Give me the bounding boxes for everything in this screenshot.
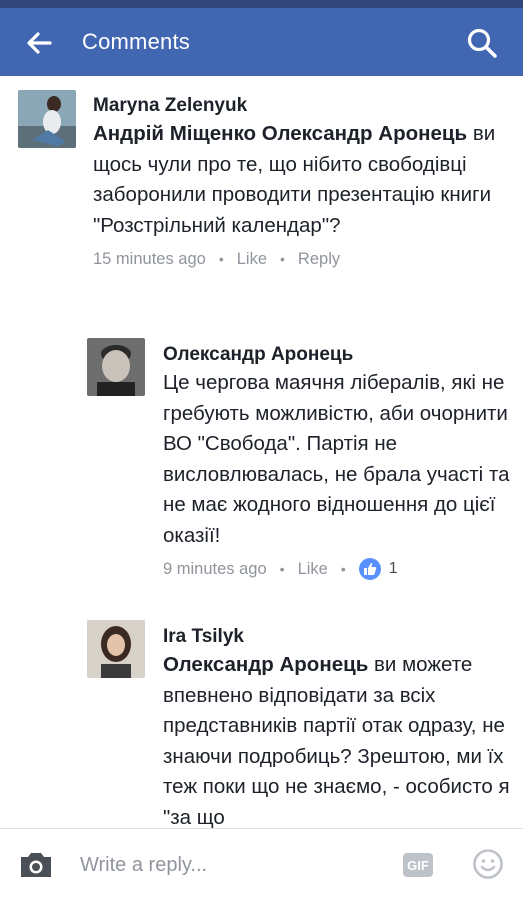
back-button[interactable]: [24, 28, 54, 58]
separator-dot: •: [218, 251, 224, 267]
status-bar: [0, 0, 523, 8]
comment-text: Олександр Аронець ви можете впевнено від…: [163, 650, 513, 833]
avatar[interactable]: [87, 620, 145, 678]
user-photo: [87, 338, 145, 396]
mention-link[interactable]: Андрій Міщенко Олександр Аронець: [93, 122, 467, 145]
comment-text: Андрій Міщенко Олександр Аронець ви щось…: [93, 119, 508, 241]
search-button[interactable]: [465, 26, 499, 60]
reply-input[interactable]: [80, 849, 380, 881]
page-title: Comments: [82, 29, 190, 54]
separator-dot: •: [279, 561, 285, 577]
comment-meta: 9 minutes ago • Like • 1: [163, 557, 513, 581]
avatar[interactable]: [87, 338, 145, 396]
reply-button[interactable]: Reply: [298, 247, 340, 271]
camera-icon: [21, 853, 51, 877]
header-bar: Comments: [0, 8, 523, 76]
comment-meta: 15 minutes ago • Like • Reply: [93, 247, 508, 271]
gif-button[interactable]: GIF: [403, 853, 433, 877]
comment-author[interactable]: Ira Tsilyk: [163, 624, 513, 650]
search-icon: [467, 28, 497, 58]
mention-link[interactable]: Олександр Аронець: [163, 653, 368, 676]
comment-body: ви можете впевнено відповідати за всіх п…: [163, 653, 510, 829]
user-photo: [87, 620, 145, 678]
user-photo: [18, 90, 76, 148]
comment-author[interactable]: Maryna Zelenyuk: [93, 93, 508, 119]
avatar[interactable]: [18, 90, 76, 148]
back-arrow-icon: [27, 32, 52, 54]
camera-button[interactable]: [18, 849, 54, 881]
reply-composer: GIF: [0, 828, 523, 901]
separator-dot: •: [280, 251, 285, 267]
timestamp: 9 minutes ago: [163, 560, 267, 578]
thumbs-up-icon[interactable]: [358, 558, 381, 580]
smiley-icon: [473, 849, 503, 879]
emoji-button[interactable]: [472, 848, 504, 880]
like-count[interactable]: 1: [389, 557, 398, 581]
comment-body: Це чергова маячня лібералів, які не греб…: [163, 371, 510, 547]
separator-dot: •: [340, 561, 346, 577]
like-button[interactable]: Like: [298, 557, 328, 581]
like-button[interactable]: Like: [237, 247, 267, 271]
comment-author[interactable]: Олександр Аронець: [163, 342, 513, 368]
timestamp: 15 minutes ago: [93, 250, 206, 268]
